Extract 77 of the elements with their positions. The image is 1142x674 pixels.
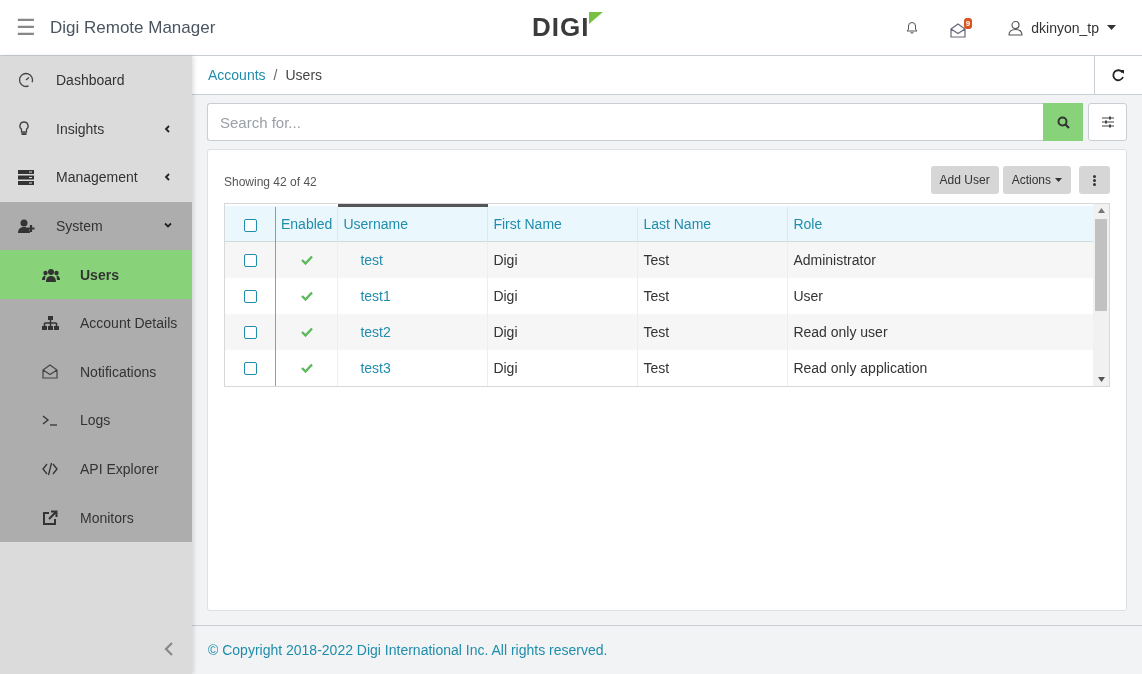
table-cell: Test <box>637 277 788 314</box>
table-cell: Digi <box>487 349 638 386</box>
checkbox[interactable] <box>243 326 257 340</box>
envelope-open-icon <box>42 364 58 380</box>
triangle-icon <box>589 12 604 24</box>
checkbox[interactable] <box>243 362 257 376</box>
search-field[interactable]: Search for... <box>207 103 1043 141</box>
sidebar-item[interactable]: Dashboard <box>0 56 192 105</box>
table-cell: Test <box>637 313 788 350</box>
sidebar-item[interactable]: Notifications <box>0 347 192 397</box>
sidebar-item[interactable]: Monitors <box>0 493 192 542</box>
caret-icon <box>1055 178 1062 182</box>
arrow-up-icon <box>1097 208 1105 213</box>
scrollbar[interactable] <box>1093 204 1109 386</box>
username-link[interactable]: test <box>343 251 383 268</box>
messages-button[interactable]: 9 <box>950 17 973 38</box>
actions-dropdown[interactable]: Actions <box>1002 166 1071 194</box>
brand-logo: DIGI <box>532 12 604 42</box>
menu-button[interactable]: ☰ <box>16 16 36 39</box>
user-plus-icon <box>18 219 36 234</box>
sidebar-item[interactable]: Management <box>0 153 192 202</box>
sidebar-item[interactable]: Insights <box>0 104 192 154</box>
sidebar-item[interactable]: Logs <box>0 396 192 445</box>
notifications-button[interactable] <box>906 21 919 34</box>
search-icon <box>1056 115 1070 129</box>
sidebar-item[interactable]: API Explorer <box>0 444 192 494</box>
record-count: Showing 42 of 42 <box>224 174 318 189</box>
sidebar-item[interactable]: Users <box>0 250 192 299</box>
add-user-button[interactable]: Add User <box>930 166 999 194</box>
table-cell: Digi <box>487 277 638 314</box>
username-link[interactable]: test2 <box>343 323 391 340</box>
username-link[interactable]: test1 <box>343 287 391 304</box>
column-header[interactable]: Username <box>337 205 488 242</box>
sitemap-icon <box>42 316 59 331</box>
arrow-down-icon <box>1097 376 1105 382</box>
code-icon <box>42 462 58 477</box>
user-icon <box>1008 19 1024 36</box>
column-header[interactable]: Role <box>787 205 1093 242</box>
users-icon <box>42 267 60 282</box>
external-link-icon <box>42 509 58 526</box>
app-title: Digi Remote Manager <box>50 17 216 38</box>
breadcrumb-current: Users <box>285 67 323 83</box>
table-cell: Administrator <box>787 241 1093 278</box>
bell-icon <box>906 21 919 34</box>
search-button[interactable] <box>1043 103 1083 141</box>
column-header[interactable]: Last Name <box>637 205 788 242</box>
copyright-notice: © Copyright 2018-2022 Digi International Inc. All rights reserved. <box>192 625 1142 674</box>
column-header[interactable]: Enabled <box>275 205 338 242</box>
sidebar-item[interactable]: Account Details <box>0 298 192 348</box>
unread-count: 9 <box>963 17 973 29</box>
checkbox[interactable] <box>243 254 257 268</box>
table-cell: Test <box>637 349 788 386</box>
table-cell: Digi <box>487 313 638 350</box>
breadcrumb-separator: / <box>273 67 278 83</box>
envelope-icon <box>950 22 967 38</box>
table-cell: Test <box>637 241 788 278</box>
vertical-dots-icon <box>1093 174 1096 186</box>
checkbox[interactable] <box>243 219 257 233</box>
breadcrumb-link[interactable]: Accounts <box>208 67 266 83</box>
gauge-icon <box>18 72 34 89</box>
column-header[interactable]: First Name <box>487 205 638 242</box>
chevron-left-icon <box>164 642 174 656</box>
caret-icon <box>1107 25 1116 30</box>
table-cell: Read only user <box>787 313 1093 350</box>
username-link[interactable]: test3 <box>343 359 391 376</box>
more-options-button[interactable] <box>1079 166 1110 194</box>
user-menu[interactable]: dkinyon_tp <box>1008 19 1116 36</box>
collapse-sidebar-button[interactable] <box>164 642 174 656</box>
table-cell: Digi <box>487 241 638 278</box>
refresh-icon <box>1112 68 1125 82</box>
filter-button[interactable] <box>1088 103 1127 141</box>
checkbox[interactable] <box>243 290 257 304</box>
terminal-icon <box>42 414 58 427</box>
server-icon <box>18 170 34 185</box>
sidebar-item[interactable]: System <box>0 201 192 251</box>
sliders-icon <box>1101 116 1114 128</box>
lightbulb-icon <box>18 121 30 137</box>
